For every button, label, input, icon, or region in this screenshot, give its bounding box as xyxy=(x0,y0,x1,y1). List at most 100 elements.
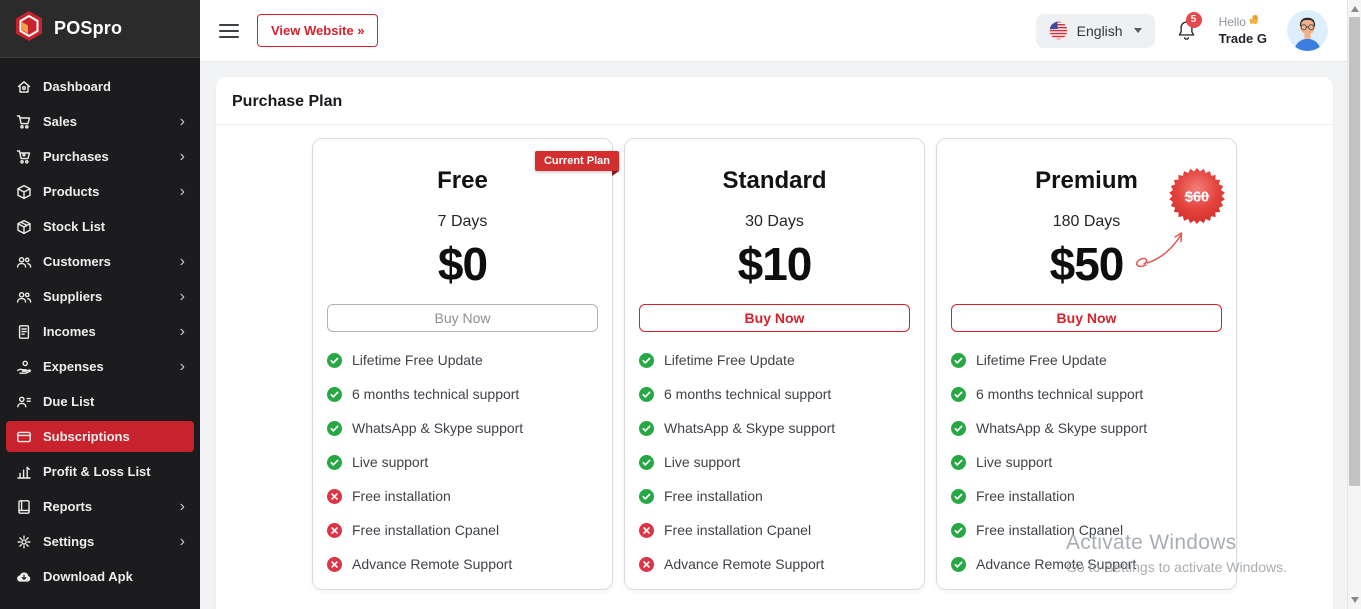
feature-label: Live support xyxy=(352,454,428,470)
feature-label: Lifetime Free Update xyxy=(352,352,483,368)
brand-name: POSpro xyxy=(54,18,122,39)
cross-icon xyxy=(327,489,342,504)
sidebar-item-purchases[interactable]: Purchases› xyxy=(0,139,200,174)
waving-hand-icon xyxy=(1249,14,1261,30)
sidebar-item-settings[interactable]: Settings› xyxy=(0,524,200,559)
feature-label: Free installation Cpanel xyxy=(664,522,811,538)
sidebar-item-suppliers[interactable]: Suppliers › xyxy=(0,279,200,314)
feature-row: 6 months technical support xyxy=(639,386,910,402)
scrollbar-thumb[interactable] xyxy=(1349,17,1360,486)
cube-icon xyxy=(15,218,32,235)
users-icon xyxy=(15,288,32,305)
purchase-plan-panel: Purchase Plan Current PlanFree7 Days$0Bu… xyxy=(216,77,1333,609)
buy-now-button[interactable]: Buy Now xyxy=(951,304,1222,332)
feature-row: Advance Remote Support xyxy=(639,556,910,572)
check-icon xyxy=(327,387,342,402)
check-icon xyxy=(951,455,966,470)
sidebar-item-dashboard[interactable]: Dashboard xyxy=(0,69,200,104)
book-icon xyxy=(15,498,32,515)
sidebar-item-subscriptions[interactable]: Subscriptions xyxy=(6,421,194,452)
feature-label: 6 months technical support xyxy=(976,386,1143,402)
greeting-text: Hello xyxy=(1219,14,1246,30)
sidebar-item-incomes[interactable]: Incomes› xyxy=(0,314,200,349)
chevron-right-icon: › xyxy=(180,254,185,270)
hand-coin-icon xyxy=(15,358,32,375)
chevron-right-icon: › xyxy=(180,534,185,550)
plan-price: $0 xyxy=(327,237,598,291)
sidebar-item-download-apk[interactable]: Download Apk xyxy=(0,559,200,594)
sidebar-item-due-list[interactable]: Due List xyxy=(0,384,200,419)
feature-label: Free installation xyxy=(664,488,763,504)
cloud-download-icon xyxy=(15,568,32,585)
buy-now-button[interactable]: Buy Now xyxy=(327,304,598,332)
vertical-scrollbar[interactable] xyxy=(1347,0,1361,609)
sidebar-item-label: Stock List xyxy=(43,219,105,234)
feature-label: Live support xyxy=(664,454,740,470)
chevron-right-icon: › xyxy=(180,359,185,375)
topbar-right: English 5 Hello xyxy=(1036,10,1328,51)
notifications-bell[interactable]: 5 xyxy=(1175,18,1199,44)
feature-label: Advance Remote Support xyxy=(352,556,512,572)
cross-icon xyxy=(639,523,654,538)
main-content: Purchase Plan Current PlanFree7 Days$0Bu… xyxy=(200,63,1347,609)
sidebar-item-profit-loss-list[interactable]: Profit & Loss List xyxy=(0,454,200,489)
view-website-button[interactable]: View Website » xyxy=(257,14,378,47)
pospro-logo-icon xyxy=(14,10,44,47)
check-icon xyxy=(951,523,966,538)
feature-label: Free installation xyxy=(976,488,1075,504)
feature-row: 6 months technical support xyxy=(327,386,598,402)
credit-card-icon xyxy=(15,428,32,445)
user-greeting: Hello Trade G xyxy=(1219,14,1267,48)
page-title: Purchase Plan xyxy=(216,77,1333,124)
feature-row: WhatsApp & Skype support xyxy=(639,420,910,436)
feature-list: Lifetime Free Update 6 months technical s… xyxy=(327,352,598,572)
sidebar-item-stock-list[interactable]: Stock List xyxy=(0,209,200,244)
cross-icon xyxy=(327,523,342,538)
feature-label: Free installation Cpanel xyxy=(976,522,1123,538)
sidebar-item-label: Download Apk xyxy=(43,569,133,584)
sidebar-item-label: Suppliers xyxy=(43,289,102,304)
buy-now-button[interactable]: Buy Now xyxy=(639,304,910,332)
language-selector[interactable]: English xyxy=(1036,14,1155,48)
scroll-up-arrow-icon[interactable] xyxy=(1351,6,1359,12)
bell-icon xyxy=(1175,30,1198,47)
discount-arrow-icon xyxy=(1134,221,1192,271)
plan-price: $10 xyxy=(639,237,910,291)
feature-row: Lifetime Free Update xyxy=(951,352,1222,368)
sidebar-item-products[interactable]: Products › xyxy=(0,174,200,209)
user-avatar[interactable] xyxy=(1287,10,1328,51)
feature-label: Lifetime Free Update xyxy=(976,352,1107,368)
check-icon xyxy=(639,353,654,368)
sidebar-item-expenses[interactable]: Expenses › xyxy=(0,349,200,384)
users-icon xyxy=(15,253,32,270)
feature-row: Live support xyxy=(327,454,598,470)
feature-label: Advance Remote Support xyxy=(976,556,1136,572)
feature-row: Advance Remote Support xyxy=(327,556,598,572)
hamburger-menu-icon[interactable] xyxy=(219,24,239,38)
feature-label: Free installation Cpanel xyxy=(352,522,499,538)
sidebar-item-reports[interactable]: Reports› xyxy=(0,489,200,524)
cross-icon xyxy=(327,557,342,572)
sidebar-item-label: Products xyxy=(43,184,99,199)
sidebar-item-sales[interactable]: Sales› xyxy=(0,104,200,139)
sidebar-item-label: Sales xyxy=(43,114,77,129)
sidebar-item-customers[interactable]: Customers › xyxy=(0,244,200,279)
check-icon xyxy=(639,421,654,436)
check-icon xyxy=(327,455,342,470)
chevron-right-icon: › xyxy=(180,289,185,305)
feature-row: Free installation Cpanel xyxy=(327,522,598,538)
feature-row: Advance Remote Support xyxy=(951,556,1222,572)
scroll-down-arrow-icon[interactable] xyxy=(1351,597,1359,603)
invoice-icon xyxy=(15,323,32,340)
notification-count-badge: 5 xyxy=(1186,12,1202,28)
feature-row: Live support xyxy=(951,454,1222,470)
discount-badge: $60 xyxy=(1168,167,1226,225)
sidebar-header[interactable]: POSpro xyxy=(0,0,200,58)
feature-label: WhatsApp & Skype support xyxy=(664,420,835,436)
chevron-right-icon: › xyxy=(180,184,185,200)
plan-name: Free xyxy=(327,167,598,195)
sidebar-item-label: Customers xyxy=(43,254,111,269)
sidebar-item-label: Expenses xyxy=(43,359,104,374)
check-icon xyxy=(639,489,654,504)
topbar: View Website » xyxy=(200,0,1347,62)
